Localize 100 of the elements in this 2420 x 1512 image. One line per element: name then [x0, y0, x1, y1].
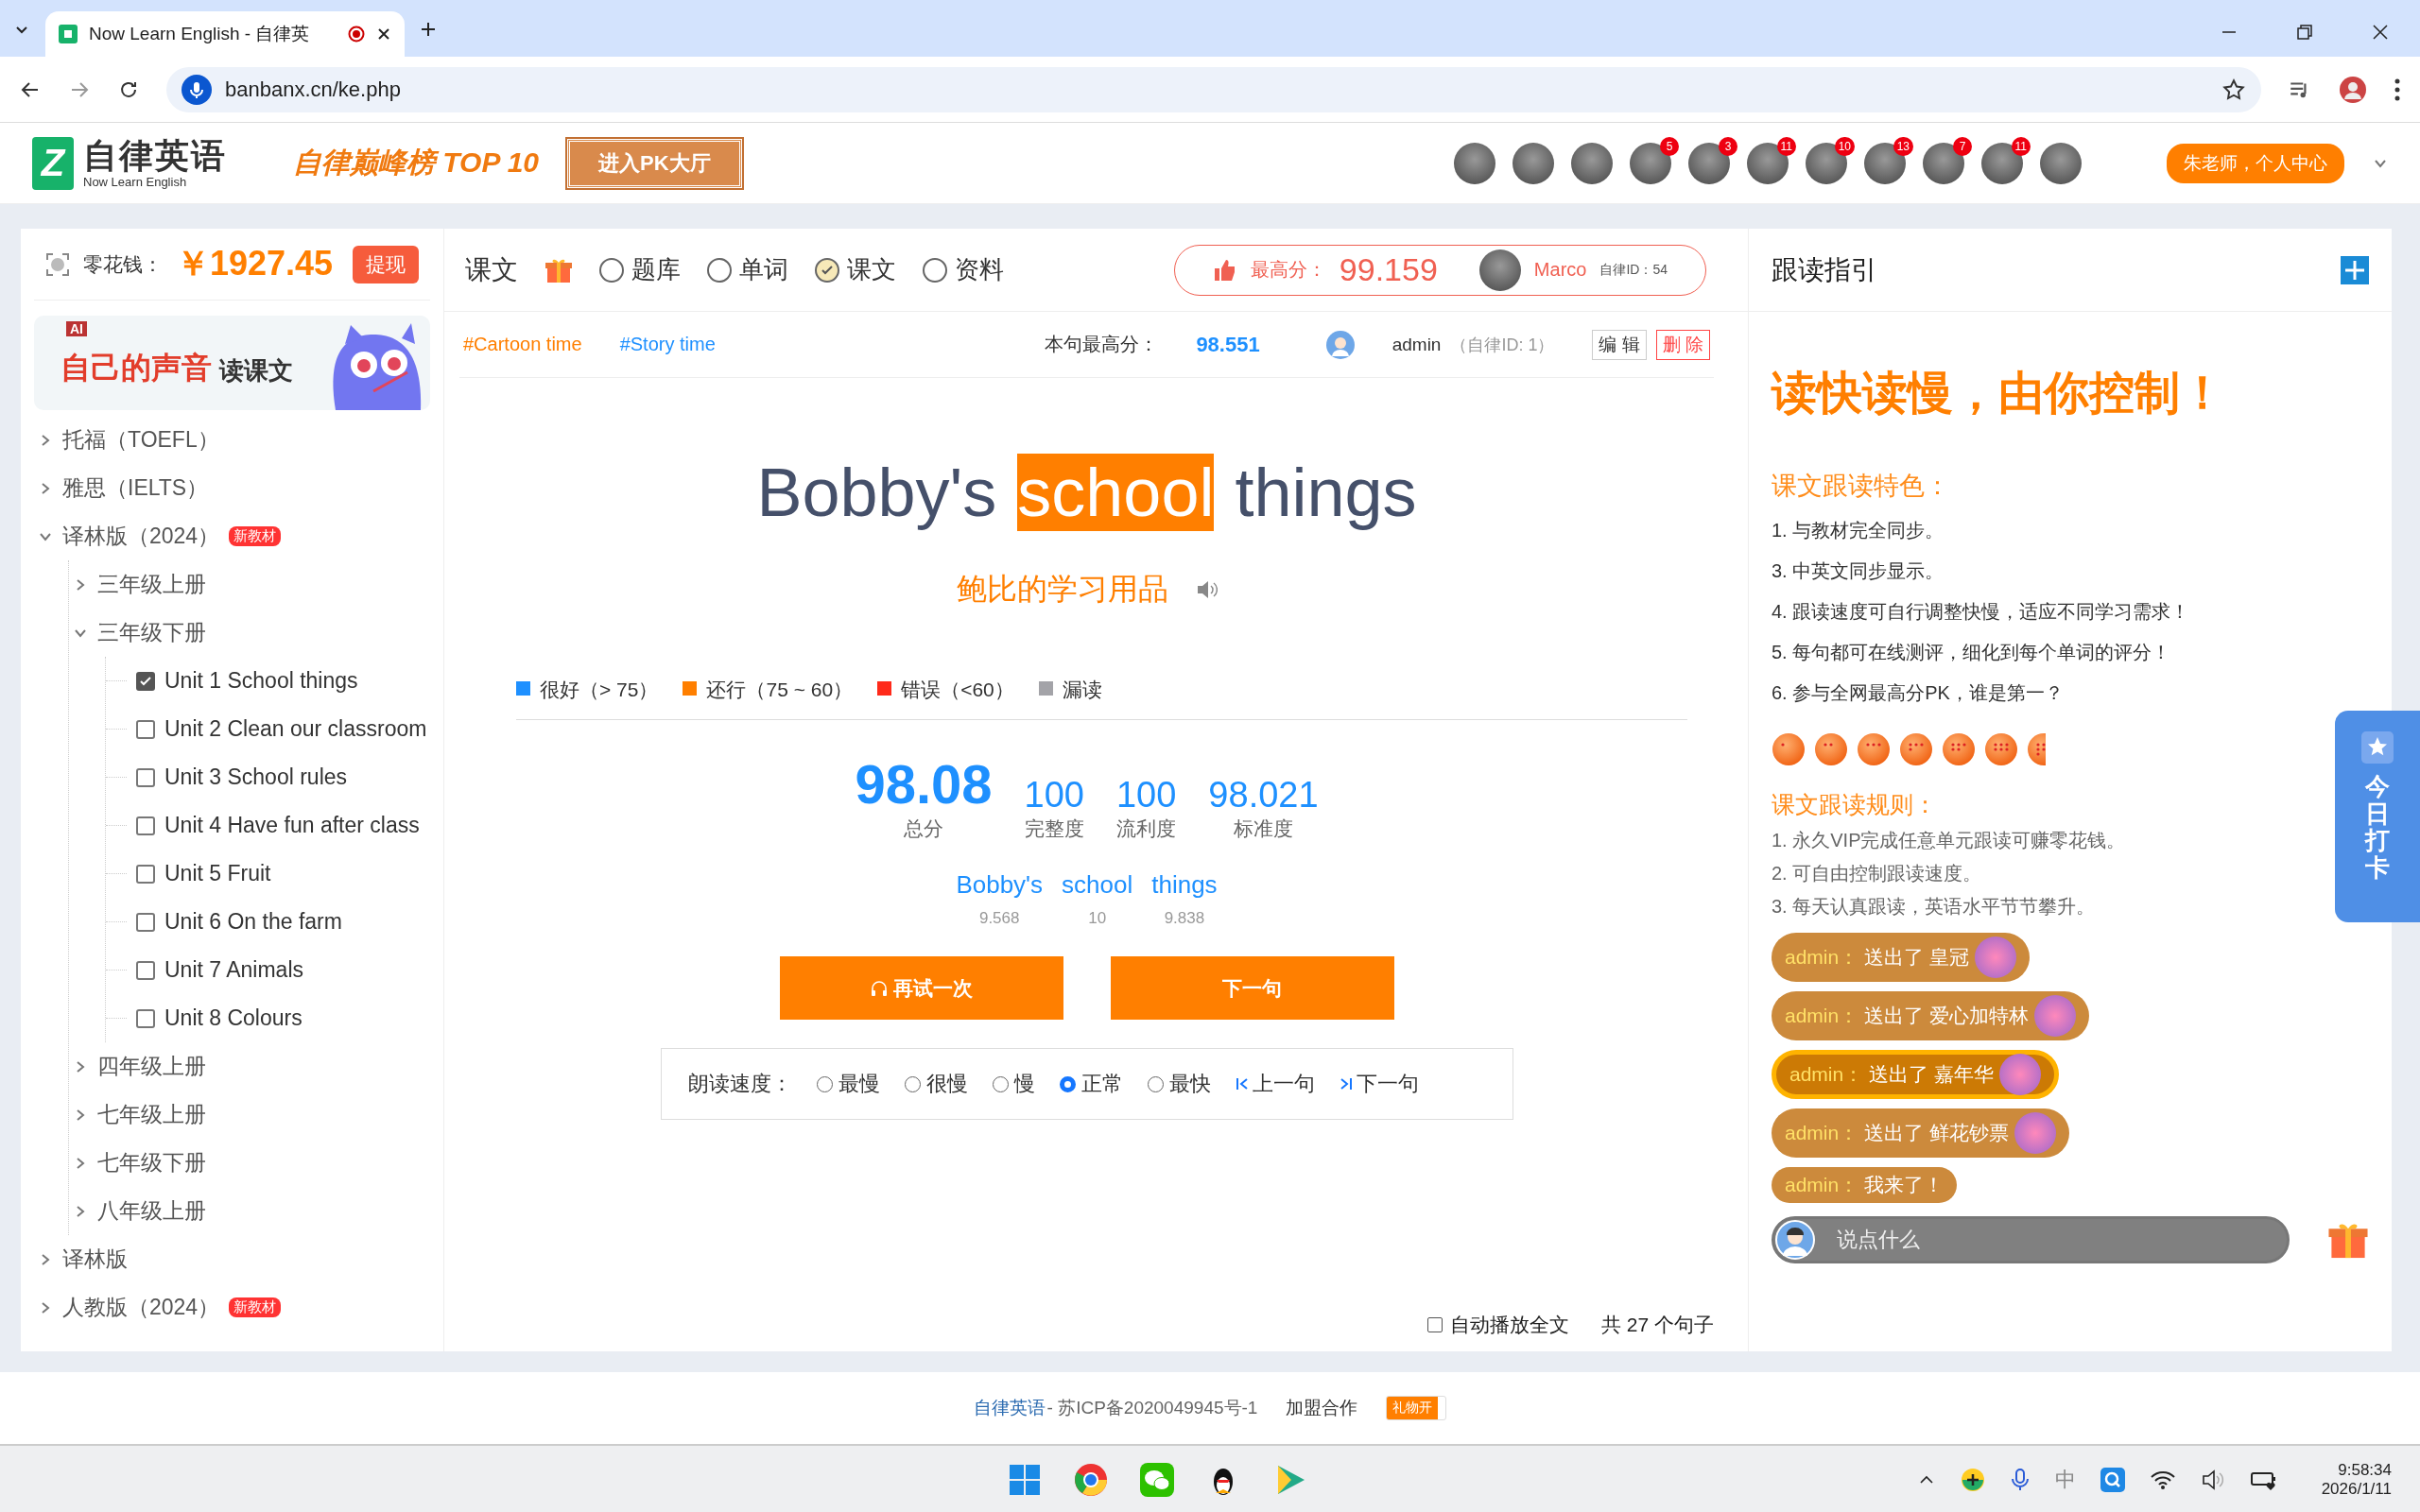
- radio-button[interactable]: [1059, 1075, 1076, 1092]
- radio-button[interactable]: [923, 257, 947, 283]
- check-icon: [139, 674, 152, 688]
- tree-item[interactable]: 三年级下册: [97, 618, 206, 647]
- speed-option[interactable]: 很慢: [925, 1070, 968, 1098]
- autoplay-label[interactable]: 自动播放全文: [1449, 1312, 1569, 1338]
- tree-item[interactable]: 译林版（2024）: [62, 522, 220, 551]
- search-app-icon[interactable]: [2100, 1468, 2125, 1492]
- ranking-title: 自律巅峰榜 TOP 10: [293, 146, 540, 180]
- close-icon[interactable]: [376, 26, 391, 42]
- close-icon[interactable]: [2371, 23, 2390, 42]
- new-badge: 新教材: [229, 526, 282, 546]
- checkbox[interactable]: [136, 1008, 155, 1028]
- legend-label: 漏读: [1062, 678, 1102, 702]
- tree-item[interactable]: Unit 4 Have fun after class: [164, 813, 420, 838]
- wifi-icon[interactable]: [2149, 1469, 2176, 1490]
- speed-option[interactable]: 最慢: [838, 1070, 880, 1098]
- restore-icon[interactable]: [2295, 23, 2314, 42]
- tree-item[interactable]: Unit 8 Colours: [164, 1005, 302, 1031]
- avatar[interactable]: [1688, 142, 1730, 184]
- type-option[interactable]: 题库: [631, 253, 681, 286]
- volume-icon[interactable]: [2200, 1469, 2225, 1491]
- tree-item[interactable]: Unit 7 Animals: [164, 957, 303, 983]
- avatar[interactable]: [1923, 142, 1964, 184]
- wallet-amount: ￥1927.45: [176, 243, 335, 284]
- menu-icon[interactable]: [2394, 77, 2401, 102]
- tree-item[interactable]: 七年级下册: [97, 1148, 206, 1177]
- radio-button[interactable]: [815, 257, 839, 283]
- tree-item[interactable]: 人教版（2024）: [62, 1293, 220, 1322]
- word-score: 9.838: [1164, 909, 1205, 928]
- tree-item[interactable]: Unit 5 Fruit: [164, 861, 271, 886]
- next-link[interactable]: 下一句: [1339, 1070, 1419, 1098]
- checkbox[interactable]: [136, 912, 155, 932]
- message-user: admin：: [1785, 1004, 1859, 1028]
- message-user: admin：: [1785, 1121, 1859, 1145]
- speed-option[interactable]: 最快: [1168, 1070, 1211, 1098]
- avatar[interactable]: [2040, 142, 2082, 184]
- metric-score: 98.021: [1208, 775, 1319, 816]
- tree-item[interactable]: 雅思（IELTS）: [62, 473, 209, 503]
- speed-option[interactable]: 慢: [1013, 1070, 1035, 1098]
- type-option[interactable]: 资料: [955, 253, 1004, 286]
- edit-button[interactable]: 编 辑: [1592, 329, 1647, 360]
- message-text: 送出了 嘉年华: [1869, 1062, 1995, 1087]
- avatar[interactable]: [1630, 142, 1671, 184]
- microphone-icon[interactable]: [2009, 1468, 2031, 1492]
- sentence-word: things: [1235, 454, 1417, 531]
- previous-link[interactable]: 上一句: [1235, 1070, 1315, 1098]
- tree-item[interactable]: 四年级上册: [97, 1052, 206, 1081]
- tree-item[interactable]: Unit 1 School things: [164, 668, 358, 694]
- radio-button[interactable]: [707, 257, 732, 283]
- user-name: admin: [1392, 334, 1442, 355]
- app-tray-icon[interactable]: [1960, 1468, 1985, 1492]
- chat-app-icon[interactable]: [1137, 1461, 1176, 1499]
- rule-item: 3. 每天认真跟读，英语水平节节攀升。: [1772, 895, 2097, 919]
- user-id: （自律ID: 1）: [1450, 334, 1555, 356]
- fullscreen-icon[interactable]: [45, 251, 70, 277]
- checkbox[interactable]: [136, 719, 155, 739]
- tree-item[interactable]: Unit 2 Clean our classroom: [164, 716, 427, 742]
- avatar[interactable]: [1571, 142, 1613, 184]
- new-badge: 新教材: [229, 1297, 282, 1317]
- avatar[interactable]: [1454, 142, 1495, 184]
- delete-button[interactable]: 删 除: [1655, 329, 1710, 360]
- radio-button[interactable]: [599, 257, 624, 283]
- type-option[interactable]: 课文: [847, 253, 896, 286]
- type-option[interactable]: 单词: [739, 253, 788, 286]
- avatar[interactable]: [1512, 142, 1554, 184]
- checkbox[interactable]: [136, 671, 155, 691]
- tree-item[interactable]: 译林版: [62, 1245, 128, 1274]
- browser-tab[interactable]: Now Learn English - 自律英: [45, 11, 405, 57]
- checkbox[interactable]: [136, 960, 155, 980]
- message-user: admin：: [1785, 1173, 1859, 1197]
- site-link[interactable]: 自律英语: [973, 1396, 1046, 1420]
- join-link[interactable]: 加盟合作: [1286, 1396, 1358, 1420]
- avatar: [1478, 249, 1521, 291]
- checkbox[interactable]: [1426, 1317, 1443, 1332]
- tree-item[interactable]: 托福（TOEFL）: [62, 425, 219, 455]
- skip-forward-icon: [1339, 1076, 1353, 1091]
- panel-title: 跟读指引: [1772, 253, 1877, 286]
- ai-badge: AI: [66, 321, 87, 336]
- tree-item[interactable]: Unit 6 On the farm: [164, 909, 342, 935]
- star-icon[interactable]: [2221, 77, 2246, 102]
- chat-input[interactable]: 说点什么: [1772, 1216, 2290, 1263]
- tree-item[interactable]: 八年级上册: [97, 1196, 206, 1226]
- speed-option[interactable]: 正常: [1080, 1070, 1123, 1098]
- address-bar[interactable]: banbanx.cn/ke.php: [166, 66, 2261, 112]
- tree-item[interactable]: 三年级上册: [97, 570, 206, 599]
- profile-icon[interactable]: [2339, 75, 2367, 104]
- tree-item[interactable]: 七年级上册: [97, 1100, 206, 1129]
- recording-icon: [348, 26, 365, 43]
- promo-banner[interactable]: AI 自己的声音 读课文: [34, 316, 430, 410]
- checkbox[interactable]: [136, 767, 155, 787]
- banner-title: 自己的声音: [60, 350, 212, 387]
- speed-label: 朗读速度：: [687, 1071, 792, 1097]
- legend-label: 还行（75 ~ 60）: [706, 678, 854, 702]
- clock[interactable]: 9:58:34 2026/1/11: [2321, 1461, 2392, 1499]
- thumbs-up-icon: [1212, 257, 1237, 283]
- plus-icon[interactable]: [2341, 255, 2369, 284]
- tree-item[interactable]: Unit 3 School rules: [164, 765, 348, 790]
- checkbox[interactable]: [136, 864, 155, 884]
- checkbox[interactable]: [136, 816, 155, 835]
